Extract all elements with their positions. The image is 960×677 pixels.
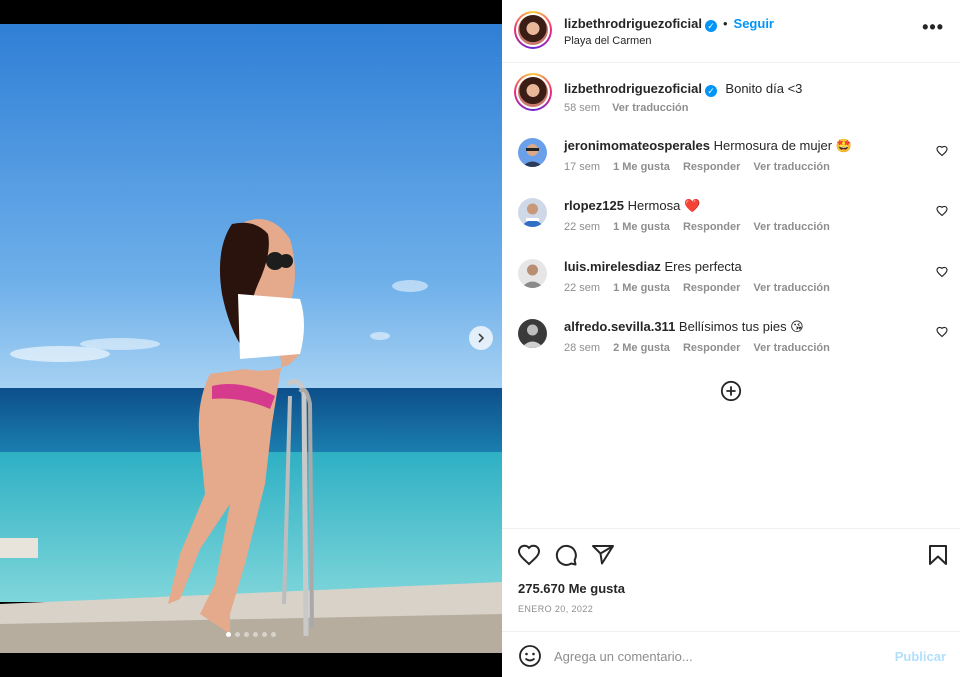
carousel-indicator — [0, 632, 502, 637]
comment-like-heart-icon[interactable] — [936, 266, 948, 278]
post-header: lizbethrodriguezoficial ✓ • Seguir Playa de… — [502, 0, 960, 63]
verified-badge-icon: ✓ — [704, 20, 717, 32]
verified-badge-icon: ✓ — [704, 85, 717, 97]
carousel-dot — [253, 632, 258, 637]
caption-meta: 58 sem Ver traducción — [564, 102, 701, 114]
post-photo[interactable] — [0, 24, 502, 653]
comment-text: Hermosura de mujer 🤩 — [713, 138, 852, 153]
share-icon[interactable] — [591, 543, 615, 567]
caption: lizbethrodriguezoficial ✓ Bonito día <3 — [564, 80, 802, 98]
post-media — [0, 0, 502, 677]
author-avatar[interactable] — [514, 11, 552, 49]
carousel-dot — [271, 632, 276, 637]
save-bookmark-icon[interactable] — [926, 543, 950, 567]
carousel-dot — [226, 632, 231, 637]
comment-icon[interactable] — [554, 543, 578, 567]
comment-avatar[interactable] — [518, 319, 547, 348]
comment-time: 22 sem — [564, 282, 601, 294]
publish-button[interactable]: Publicar — [895, 649, 946, 664]
reply-button[interactable]: Responder — [683, 342, 740, 354]
like-heart-icon[interactable] — [517, 543, 541, 567]
comment-text: Hermosa ❤️ — [627, 198, 701, 213]
comment-likes[interactable]: 1 Me gusta — [613, 221, 670, 233]
comment-like-heart-icon[interactable] — [936, 145, 948, 157]
follow-button[interactable]: Seguir — [734, 16, 774, 31]
comment-time: 17 sem — [564, 161, 601, 173]
carousel-dot — [244, 632, 249, 637]
comment-avatar[interactable] — [518, 198, 547, 227]
comment-like-heart-icon[interactable] — [936, 326, 948, 338]
comment-like-heart-icon[interactable] — [936, 205, 948, 217]
comment-time: 28 sem — [564, 342, 601, 354]
comment-text: Eres perfecta — [664, 259, 742, 274]
post-location[interactable]: Playa del Carmen — [564, 35, 651, 47]
caption-translate-link[interactable]: Ver traducción — [612, 102, 688, 114]
comment-username[interactable]: jeronimomateosperales — [564, 138, 710, 153]
reply-button[interactable]: Responder — [683, 221, 740, 233]
comment-likes[interactable]: 2 Me gusta — [613, 342, 670, 354]
comment-input[interactable] — [554, 645, 874, 667]
comment-avatar[interactable] — [518, 138, 547, 167]
carousel-dot — [262, 632, 267, 637]
post-details-panel: lizbethrodriguezoficial ✓ • Seguir Playa de… — [502, 0, 960, 677]
more-options-icon[interactable]: ••• — [922, 18, 944, 36]
post-actions: 275.670 Me gusta ENERO 20, 2022 Publicar — [502, 528, 960, 677]
comment-likes[interactable]: 1 Me gusta — [613, 161, 670, 173]
comment-avatar[interactable] — [518, 259, 547, 288]
likes-count[interactable]: 275.670 Me gusta — [518, 581, 625, 596]
author-username[interactable]: lizbethrodriguezoficial — [564, 16, 702, 31]
caption-time: 58 sem — [564, 102, 601, 114]
caption-author-avatar[interactable] — [514, 73, 552, 111]
comment-likes[interactable]: 1 Me gusta — [613, 282, 670, 294]
load-more-comments-icon[interactable] — [720, 380, 742, 402]
reply-button[interactable]: Responder — [683, 161, 740, 173]
translate-link[interactable]: Ver traducción — [753, 161, 829, 173]
post-date: ENERO 20, 2022 — [518, 604, 594, 614]
translate-link[interactable]: Ver traducción — [753, 282, 829, 294]
caption-username[interactable]: lizbethrodriguezoficial — [564, 81, 702, 96]
comment-time: 22 sem — [564, 221, 601, 233]
add-comment-bar: Publicar — [502, 631, 960, 677]
translate-link[interactable]: Ver traducción — [753, 342, 829, 354]
comment-username[interactable]: alfredo.sevilla.311 — [564, 319, 675, 334]
caption-text: Bonito día <3 — [725, 81, 803, 96]
next-image-button[interactable] — [469, 326, 493, 350]
comment-username[interactable]: luis.mirelesdiaz — [564, 259, 661, 274]
chevron-right-icon — [478, 333, 485, 343]
carousel-dot — [235, 632, 240, 637]
reply-button[interactable]: Responder — [683, 282, 740, 294]
comment-text: Bellísimos tus pies 😘 — [678, 319, 804, 334]
comment-username[interactable]: rlopez125 — [564, 198, 624, 213]
emoji-icon[interactable] — [518, 644, 542, 668]
translate-link[interactable]: Ver traducción — [753, 221, 829, 233]
